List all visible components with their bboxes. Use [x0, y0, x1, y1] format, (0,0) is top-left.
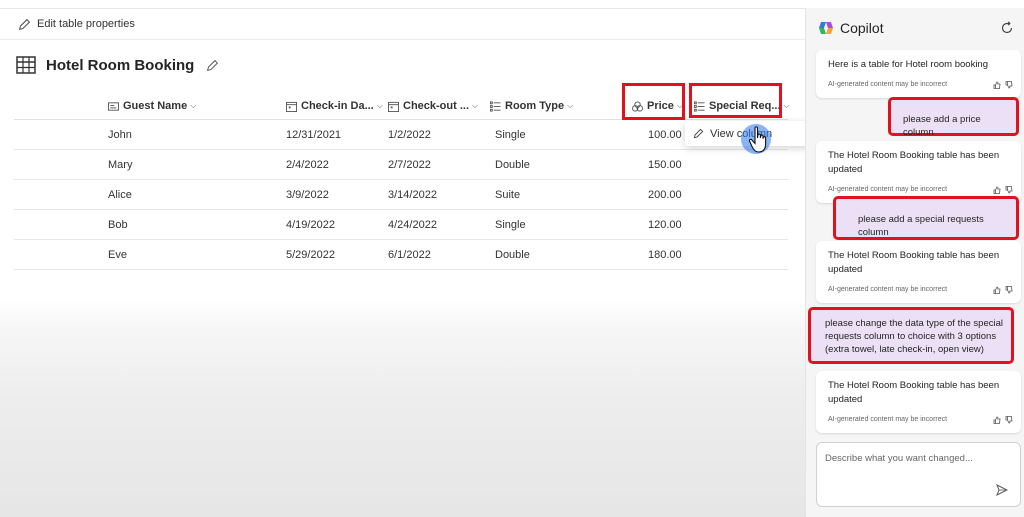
cell-check-out: 4/24/2022 — [388, 219, 437, 231]
copilot-title: Copilot — [840, 20, 884, 36]
thumbs-down-icon[interactable] — [1005, 81, 1013, 89]
ai-message-text: The Hotel Room Booking table has been up… — [828, 150, 1000, 175]
ai-disclaimer: AI-generated content may be incorrect — [828, 186, 948, 193]
table-row[interactable]: Alice 3/9/2022 3/14/2022 Suite 200.00 — [14, 180, 788, 210]
thumbs-down-icon[interactable] — [1005, 416, 1013, 424]
user-message: please add a special requests column — [833, 196, 1019, 240]
cell-check-out: 1/2/2022 — [388, 129, 431, 141]
calendar-icon — [388, 101, 399, 112]
table-icon — [16, 56, 36, 74]
text-column-icon — [108, 101, 119, 111]
copilot-pane: Copilot Here is a table for Hotel room b… — [805, 8, 1024, 517]
cell-room-type: Double — [495, 159, 530, 171]
calendar-icon — [286, 101, 297, 112]
user-message-text: please add a special requests column — [858, 214, 984, 238]
copilot-prompt-input[interactable]: Describe what you want changed... — [816, 442, 1021, 507]
ai-message: Here is a table for Hotel room booking A… — [816, 50, 1021, 98]
chevron-down-icon: ⌵ — [472, 101, 479, 110]
price-column-highlight — [622, 83, 685, 120]
chevron-down-icon: ⌵ — [783, 101, 790, 110]
cell-price: 180.00 — [648, 249, 682, 261]
cell-price: 100.00 — [648, 129, 682, 141]
edit-title-icon[interactable] — [206, 59, 219, 72]
cell-room-type: Suite — [495, 189, 521, 201]
thumbs-up-icon[interactable] — [993, 286, 1001, 294]
column-header-room-type[interactable]: Room Type ⌵ — [490, 92, 573, 120]
chevron-down-icon: ⌵ — [190, 101, 197, 110]
send-icon[interactable] — [996, 484, 1008, 496]
table-row[interactable]: Mary 2/4/2022 2/7/2022 Double 150.00 — [14, 150, 788, 180]
user-message-text: please change the data type of the speci… — [825, 318, 1003, 355]
ai-message-text: The Hotel Room Booking table has been up… — [828, 250, 1000, 275]
table-row[interactable]: Bob 4/19/2022 4/24/2022 Single 120.00 — [14, 210, 788, 240]
page-title: Hotel Room Booking — [46, 56, 195, 74]
pencil-icon — [18, 18, 31, 30]
cell-check-out: 2/7/2022 — [388, 159, 431, 171]
column-header-check-in[interactable]: Check-in Da... ⌵ — [286, 92, 383, 120]
special-requests-column-highlight — [689, 83, 782, 118]
refresh-icon[interactable] — [1000, 21, 1014, 35]
thumbs-down-icon[interactable] — [1005, 286, 1013, 294]
user-message: please change the data type of the speci… — [808, 307, 1014, 364]
edit-table-properties-button[interactable]: Edit table properties — [0, 8, 805, 40]
ai-disclaimer: AI-generated content may be incorrect — [828, 286, 948, 293]
ai-message-text: Here is a table for Hotel room booking — [828, 59, 988, 70]
copilot-logo-icon — [819, 22, 833, 34]
column-header-check-out[interactable]: Check-out ... ⌵ — [388, 92, 478, 120]
main-area: Edit table properties Hotel Room Booking… — [0, 0, 812, 517]
cell-price: 200.00 — [648, 189, 682, 201]
cell-check-in: 3/9/2022 — [286, 189, 329, 201]
ai-message: The Hotel Room Booking table has been up… — [816, 371, 1021, 433]
column-header-guest-name[interactable]: Guest Name ⌵ — [108, 92, 196, 120]
cell-price: 120.00 — [648, 219, 682, 231]
cell-check-out: 6/1/2022 — [388, 249, 431, 261]
cell-check-in: 5/29/2022 — [286, 249, 335, 261]
prompt-placeholder: Describe what you want changed... — [825, 453, 973, 464]
ai-disclaimer: AI-generated content may be incorrect — [828, 416, 948, 423]
cell-check-in: 12/31/2021 — [286, 129, 342, 141]
cell-room-type: Double — [495, 249, 530, 261]
chevron-down-icon: ⌵ — [567, 101, 574, 110]
ai-message-text: The Hotel Room Booking table has been up… — [828, 380, 1000, 405]
user-message-text: please add a price column — [903, 114, 981, 138]
cell-room-type: Single — [495, 129, 526, 141]
user-message: please add a price column — [888, 97, 1019, 138]
column-label: Room Type — [505, 100, 565, 112]
edit-table-label: Edit table properties — [37, 18, 135, 30]
thumbs-up-icon[interactable] — [993, 186, 1001, 194]
table-row[interactable]: Eve 5/29/2022 6/1/2022 Double 180.00 — [14, 240, 788, 270]
cell-guest-name: Alice — [108, 189, 132, 201]
cell-room-type: Single — [495, 219, 526, 231]
ai-disclaimer: AI-generated content may be incorrect — [828, 81, 948, 88]
cell-check-out: 3/14/2022 — [388, 189, 437, 201]
copilot-header: Copilot — [818, 20, 884, 36]
cell-guest-name: Mary — [108, 159, 133, 171]
thumbs-up-icon[interactable] — [993, 416, 1001, 424]
cell-guest-name: Bob — [108, 219, 128, 231]
choice-icon — [490, 100, 501, 112]
cell-price: 150.00 — [648, 159, 682, 171]
cell-guest-name: Eve — [108, 249, 127, 261]
table-title-row: Hotel Room Booking — [16, 52, 219, 78]
column-label: Check-in Da... — [301, 100, 374, 112]
cell-check-in: 4/19/2022 — [286, 219, 335, 231]
ai-message: The Hotel Room Booking table has been up… — [816, 241, 1021, 303]
ai-message: The Hotel Room Booking table has been up… — [816, 141, 1021, 203]
thumbs-down-icon[interactable] — [1005, 186, 1013, 194]
chevron-down-icon: ⌵ — [376, 101, 383, 110]
thumbs-up-icon[interactable] — [993, 81, 1001, 89]
pencil-icon — [693, 128, 704, 139]
table-row[interactable]: John 12/31/2021 1/2/2022 Single 100.00 — [14, 120, 788, 150]
hand-cursor-icon — [748, 126, 767, 153]
column-label: Check-out ... — [403, 100, 470, 112]
cell-check-in: 2/4/2022 — [286, 159, 329, 171]
cell-guest-name: John — [108, 129, 132, 141]
column-label: Guest Name — [123, 100, 188, 112]
